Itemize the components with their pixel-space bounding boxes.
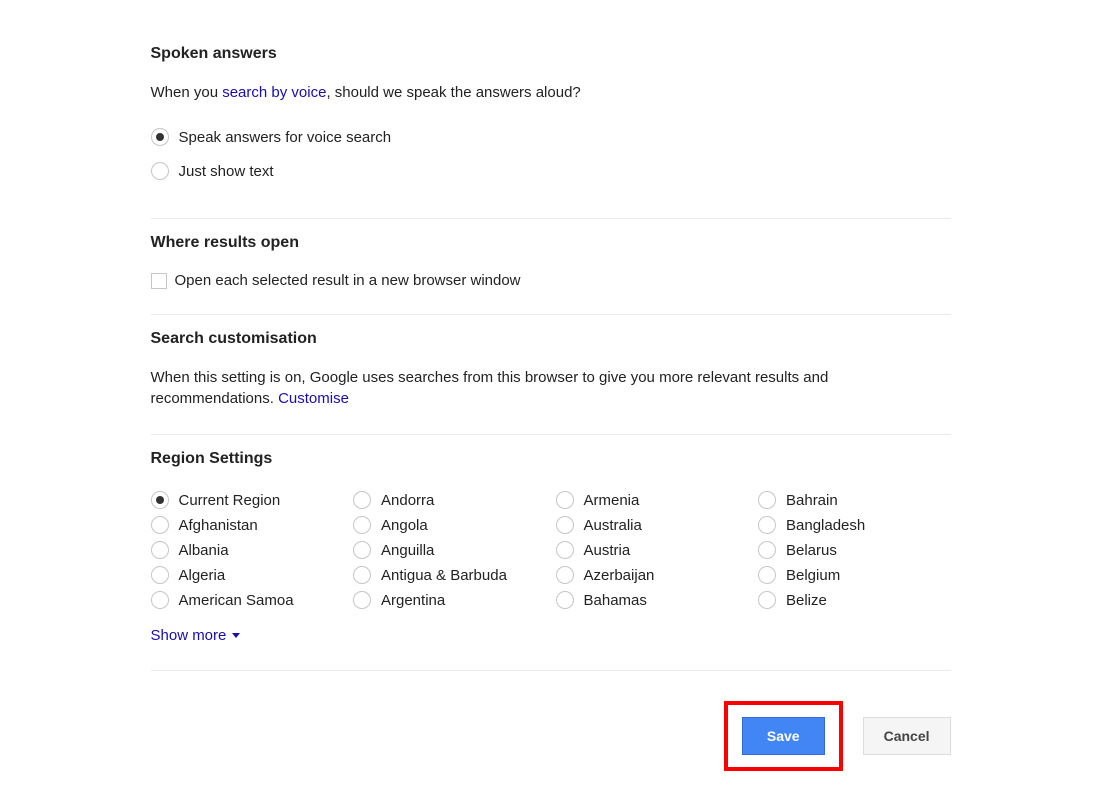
show-more-link[interactable]: Show more — [151, 627, 241, 644]
region-option-row[interactable]: Angola — [353, 513, 546, 538]
spoken-answers-desc: When you search by voice, should we spea… — [151, 83, 951, 103]
search-customisation-section: Search customisation When this setting i… — [151, 315, 951, 435]
radio-icon[interactable] — [556, 541, 574, 559]
region-option-label: Belgium — [786, 567, 840, 584]
region-option-row[interactable]: Azerbaijan — [556, 563, 749, 588]
region-option-label: Algeria — [179, 567, 226, 584]
region-settings-section: Region Settings Current Region Afghanista… — [151, 435, 951, 671]
region-option-label: American Samoa — [179, 592, 294, 609]
region-option-label: Austria — [584, 542, 631, 559]
radio-icon[interactable] — [353, 566, 371, 584]
radio-icon[interactable] — [151, 162, 169, 180]
radio-icon[interactable] — [556, 516, 574, 534]
radio-icon[interactable] — [353, 491, 371, 509]
cancel-button[interactable]: Cancel — [863, 717, 951, 755]
radio-icon[interactable] — [151, 566, 169, 584]
desc-text: , should we speak the answers aloud? — [326, 84, 580, 101]
radio-icon[interactable] — [151, 541, 169, 559]
spoken-option-label: Just show text — [179, 163, 274, 180]
region-option-label: Bahamas — [584, 592, 647, 609]
desc-text: When you — [151, 84, 223, 101]
save-highlight-box: Save — [724, 701, 843, 771]
radio-icon[interactable] — [556, 491, 574, 509]
save-button[interactable]: Save — [742, 717, 825, 755]
region-option-row[interactable]: American Samoa — [151, 588, 344, 613]
region-option-row[interactable]: Current Region — [151, 488, 344, 513]
checkbox-icon[interactable] — [151, 273, 167, 289]
customise-link[interactable]: Customise — [278, 390, 349, 407]
region-option-label: Australia — [584, 517, 642, 534]
region-option-label: Angola — [381, 517, 428, 534]
search-customisation-title: Search customisation — [151, 330, 951, 348]
region-option-label: Albania — [179, 542, 229, 559]
region-option-row[interactable]: Antigua & Barbuda — [353, 563, 546, 588]
region-option-label: Armenia — [584, 492, 640, 509]
spoken-option-row[interactable]: Just show text — [151, 159, 951, 183]
region-option-label: Antigua & Barbuda — [381, 567, 507, 584]
search-by-voice-link[interactable]: search by voice — [222, 84, 326, 101]
region-option-row[interactable]: Belgium — [758, 563, 951, 588]
radio-icon[interactable] — [151, 128, 169, 146]
region-option-row[interactable]: Argentina — [353, 588, 546, 613]
where-results-open-section: Where results open Open each selected re… — [151, 219, 951, 315]
region-option-label: Current Region — [179, 492, 281, 509]
region-option-row[interactable]: Bangladesh — [758, 513, 951, 538]
radio-icon[interactable] — [353, 541, 371, 559]
radio-icon[interactable] — [758, 516, 776, 534]
spoken-option-row[interactable]: Speak answers for voice search — [151, 125, 951, 149]
region-option-label: Bahrain — [786, 492, 838, 509]
region-option-row[interactable]: Andorra — [353, 488, 546, 513]
region-option-row[interactable]: Austria — [556, 538, 749, 563]
search-customisation-desc: When this setting is on, Google uses sea… — [151, 368, 951, 409]
radio-icon[interactable] — [758, 566, 776, 584]
radio-icon[interactable] — [758, 491, 776, 509]
open-new-window-row[interactable]: Open each selected result in a new brows… — [151, 272, 951, 289]
button-bar: Save Cancel — [151, 671, 951, 781]
radio-icon[interactable] — [151, 516, 169, 534]
radio-icon[interactable] — [758, 591, 776, 609]
region-option-row[interactable]: Belarus — [758, 538, 951, 563]
radio-icon[interactable] — [151, 591, 169, 609]
region-settings-title: Region Settings — [151, 450, 951, 468]
region-option-row[interactable]: Armenia — [556, 488, 749, 513]
region-option-row[interactable]: Bahamas — [556, 588, 749, 613]
radio-icon[interactable] — [151, 491, 169, 509]
radio-icon[interactable] — [556, 591, 574, 609]
region-option-label: Afghanistan — [179, 517, 258, 534]
spoken-option-label: Speak answers for voice search — [179, 129, 392, 146]
radio-icon[interactable] — [556, 566, 574, 584]
region-option-row[interactable]: Afghanistan — [151, 513, 344, 538]
region-option-label: Belarus — [786, 542, 837, 559]
radio-icon[interactable] — [758, 541, 776, 559]
region-option-row[interactable]: Bahrain — [758, 488, 951, 513]
spoken-answers-title: Spoken answers — [151, 45, 951, 63]
region-option-label: Belize — [786, 592, 827, 609]
region-option-row[interactable]: Albania — [151, 538, 344, 563]
region-option-row[interactable]: Algeria — [151, 563, 344, 588]
region-option-label: Azerbaijan — [584, 567, 655, 584]
region-option-row[interactable]: Belize — [758, 588, 951, 613]
region-option-label: Andorra — [381, 492, 434, 509]
show-more-label: Show more — [151, 627, 227, 644]
radio-icon[interactable] — [353, 516, 371, 534]
region-option-label: Argentina — [381, 592, 445, 609]
region-option-label: Bangladesh — [786, 517, 865, 534]
where-results-open-title: Where results open — [151, 234, 951, 252]
caret-down-icon — [232, 633, 240, 638]
desc-text: When this setting is on, Google uses sea… — [151, 369, 829, 406]
spoken-answers-section: Spoken answers When you search by voice,… — [151, 30, 951, 219]
region-option-row[interactable]: Australia — [556, 513, 749, 538]
region-option-label: Anguilla — [381, 542, 434, 559]
open-new-window-label: Open each selected result in a new brows… — [175, 272, 521, 289]
region-option-row[interactable]: Anguilla — [353, 538, 546, 563]
radio-icon[interactable] — [353, 591, 371, 609]
